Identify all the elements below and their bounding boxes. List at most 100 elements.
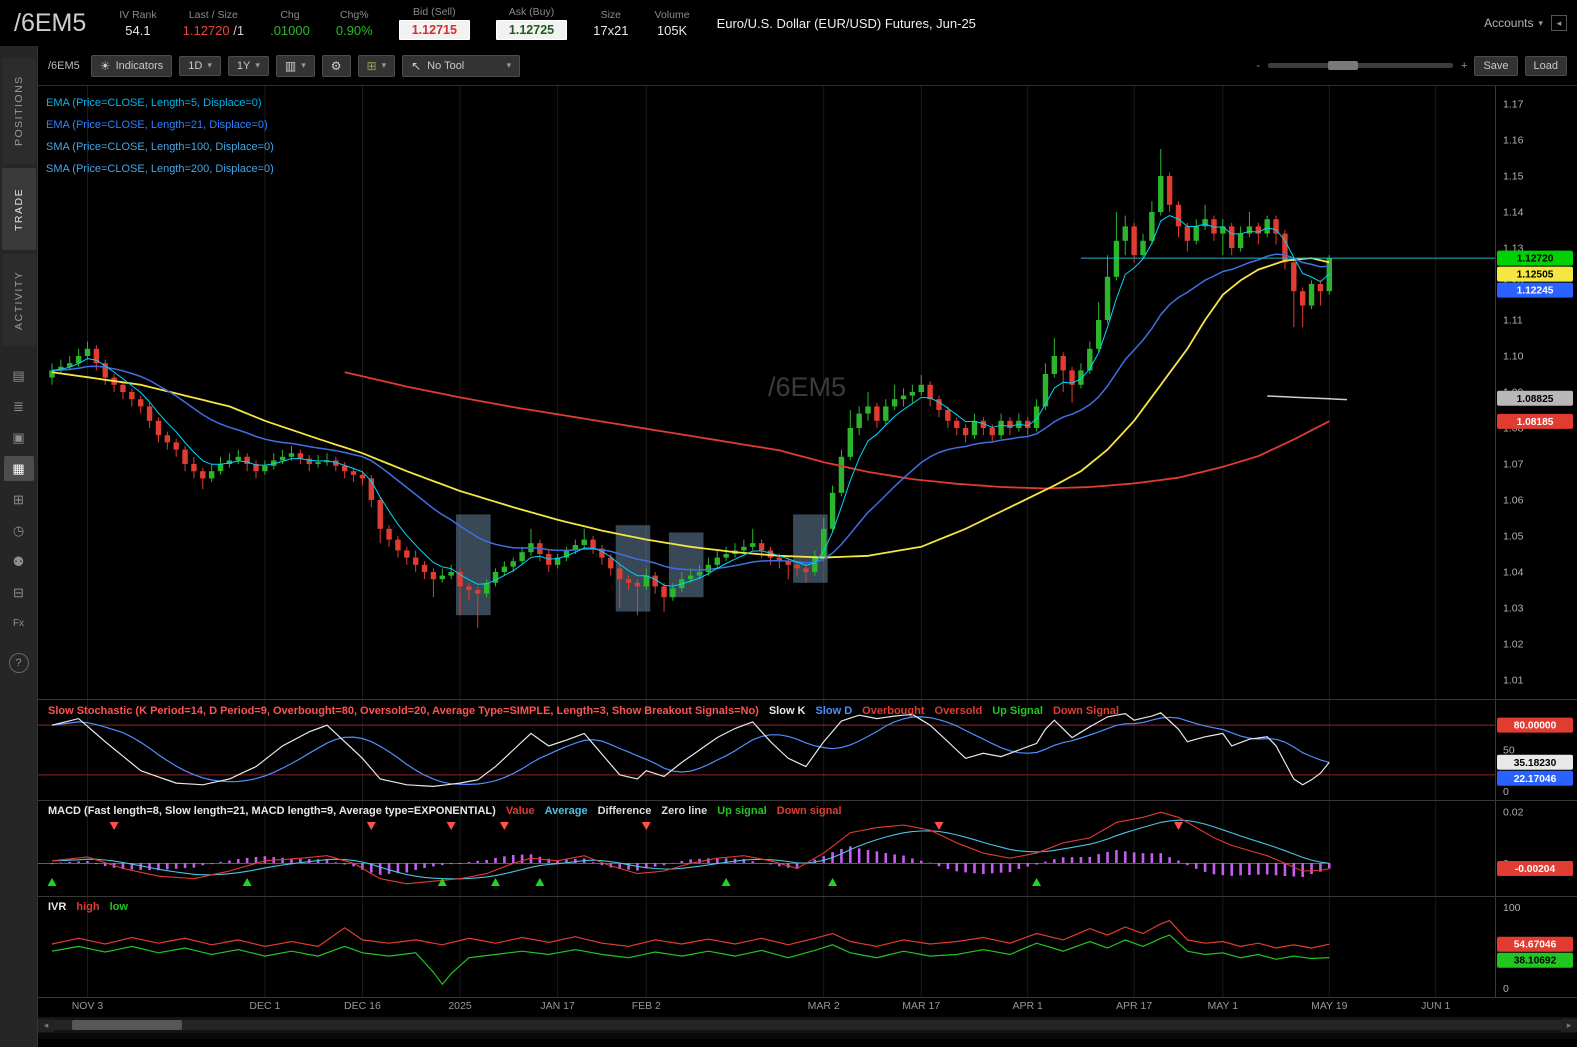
svg-text:1.07: 1.07	[1503, 459, 1524, 471]
time-axis-label: MAR 17	[902, 1000, 941, 1012]
drawing-tool-dropdown[interactable]: ↖ No Tool ▾	[402, 54, 521, 77]
last-size-label: Last / Size	[188, 8, 238, 21]
legend-item: Zero line	[661, 805, 708, 817]
slow-d-line	[51, 716, 1330, 786]
accounts-label: Accounts	[1484, 16, 1534, 30]
fx-icon[interactable]: Fx	[4, 611, 34, 636]
legend-item: Up signal	[717, 805, 767, 817]
iv-rank-field: IV Rank 54.1	[119, 9, 156, 38]
collapse-icon[interactable]: ◂	[1551, 15, 1567, 31]
scrollbar-track[interactable]	[54, 1020, 1561, 1030]
chart-type-icon: ▥	[284, 58, 297, 73]
chg-pct-field: Chg% 0.90%	[336, 9, 373, 38]
last-price-value: 1.12720	[182, 22, 230, 38]
load-button[interactable]: Load	[1524, 55, 1567, 76]
instrument-description: Euro/U.S. Dollar (EUR/USD) Futures, Jun-…	[716, 15, 976, 31]
scroll-right-icon[interactable]: ▸	[1561, 1018, 1577, 1032]
help-icon[interactable]: ?	[8, 653, 29, 673]
chg-label: Chg	[280, 8, 300, 21]
timeframe-value: 1D	[188, 59, 203, 72]
chevron-down-icon: ▾	[255, 60, 260, 70]
last-size-suffix: /1	[229, 22, 245, 38]
layout-dropdown[interactable]: ⊞ ▾	[357, 54, 396, 77]
sidebar-tab-trade[interactable]: TRADE	[1, 168, 36, 250]
svg-text:38.10692: 38.10692	[1514, 956, 1557, 967]
bid-button[interactable]: 1.12715	[398, 20, 470, 40]
overlay-labels: EMA (Price=CLOSE, Length=5, Displace=0) E…	[46, 92, 274, 180]
svg-text:1.01: 1.01	[1503, 675, 1524, 687]
ivr-study-label[interactable]: IVR high low	[48, 901, 128, 913]
price-axis[interactable]: 1.171.161.151.141.131.121.111.101.091.08…	[1503, 99, 1524, 995]
up-signal-arrow	[828, 878, 838, 886]
accounts-dropdown[interactable]: Accounts ▾	[1476, 12, 1551, 34]
svg-text:54.67046: 54.67046	[1514, 940, 1557, 951]
macd-average-line	[51, 819, 1330, 880]
orders-list-icon[interactable]: ≣	[4, 394, 34, 419]
down-signal-arrow	[1173, 822, 1183, 830]
svg-text:1.02: 1.02	[1503, 639, 1524, 651]
bid-field: Bid (Sell) 1.12715	[398, 6, 470, 40]
svg-text:1.03: 1.03	[1503, 603, 1524, 615]
chart-icon[interactable]: ▦	[3, 456, 34, 481]
monitor-icon[interactable]: ▤	[4, 363, 34, 388]
legend-item: Down signal	[776, 805, 842, 817]
zoom-slider[interactable]	[1268, 61, 1453, 70]
chg-value: .01000	[270, 22, 310, 38]
legend-item: Down Signal	[1052, 705, 1119, 717]
svg-text:-0.00204: -0.00204	[1515, 864, 1556, 875]
chart-type-dropdown[interactable]: ▥ ▾	[275, 54, 315, 77]
time-axis-label: APR 1	[1012, 1000, 1043, 1012]
svg-text:1.12720: 1.12720	[1517, 254, 1554, 265]
timeframe-dropdown[interactable]: 1D ▾	[179, 55, 221, 76]
grid-icon[interactable]: ⊞	[4, 487, 34, 512]
calendar-icon[interactable]: ▣	[4, 425, 34, 450]
ask-button[interactable]: 1.12725	[495, 20, 568, 40]
stoch-title[interactable]: Slow Stochastic (K Period=14, D Period=9…	[48, 705, 759, 717]
iv-rank-value: 54.1	[125, 22, 151, 38]
chg-pct-label: Chg%	[339, 8, 369, 21]
legend-item: Value	[505, 805, 535, 817]
up-signal-arrow	[1032, 878, 1042, 886]
scroll-left-icon[interactable]: ◂	[38, 1018, 54, 1032]
studies-icon: ☀	[99, 58, 111, 73]
stoch-study-label[interactable]: Slow Stochastic (K Period=14, D Period=9…	[48, 705, 1119, 717]
archive-icon[interactable]: ⊟	[4, 580, 34, 605]
svg-text:1.16: 1.16	[1503, 135, 1524, 147]
clock-icon[interactable]: ◷	[4, 518, 34, 543]
chg-field: Chg .01000	[270, 9, 310, 38]
sidebar-tab-positions[interactable]: POSITIONS	[1, 58, 36, 164]
macd-value-line	[51, 811, 1330, 885]
chart-settings-button[interactable]: ⚙	[321, 54, 351, 77]
legend-item: Up Signal	[992, 705, 1043, 717]
zoom-out-button[interactable]: -	[1256, 60, 1260, 72]
tool-label: No Tool	[427, 59, 465, 72]
zoom-slider-thumb[interactable]	[1328, 61, 1358, 70]
chart-canvas[interactable]: /6EM51.171.161.151.141.131.121.111.101.0…	[38, 86, 1577, 998]
range-dropdown[interactable]: 1Y ▾	[227, 55, 269, 76]
indicators-button[interactable]: ☀ Indicators	[90, 54, 173, 77]
sidebar-tab-activity[interactable]: ACTIVITY	[1, 254, 36, 346]
people-icon[interactable]: ⚉	[4, 549, 34, 574]
scrollbar-thumb[interactable]	[72, 1020, 182, 1030]
save-button[interactable]: Save	[1474, 55, 1518, 76]
zoom-in-button[interactable]: +	[1461, 60, 1467, 72]
cursor-icon: ↖	[411, 58, 422, 73]
svg-text:1.10: 1.10	[1503, 351, 1524, 363]
gear-icon: ⚙	[330, 58, 342, 73]
overlay-label[interactable]: EMA (Price=CLOSE, Length=21, Displace=0)	[46, 114, 274, 136]
ask-label: Ask (Buy)	[508, 6, 555, 18]
ivr-title[interactable]: IVR	[48, 901, 66, 913]
chevron-down-icon: ▾	[1538, 17, 1543, 28]
chart-scrollbar[interactable]: ◂ ▸	[38, 1017, 1577, 1033]
overlay-label[interactable]: SMA (Price=CLOSE, Length=100, Displace=0…	[46, 136, 274, 158]
volume-label: Volume	[654, 8, 690, 21]
overlay-label[interactable]: SMA (Price=CLOSE, Length=200, Displace=0…	[46, 158, 274, 180]
svg-text:100: 100	[1503, 902, 1521, 914]
header: /6EM5 IV Rank 54.1 Last / Size 1.12720 /…	[0, 0, 1577, 46]
macd-study-label[interactable]: MACD (Fast length=8, Slow length=21, MAC…	[48, 805, 842, 817]
overlay-label[interactable]: EMA (Price=CLOSE, Length=5, Displace=0)	[46, 92, 274, 114]
bid-label: Bid (Sell)	[413, 6, 456, 18]
time-axis[interactable]: NOV 3 DEC 1 DEC 16 2025 JAN 17 FEB 2 MAR 2 MAR …	[38, 998, 1577, 1016]
macd-title[interactable]: MACD (Fast length=8, Slow length=21, MAC…	[48, 805, 496, 817]
time-axis-label: MAR 2	[807, 1000, 840, 1012]
